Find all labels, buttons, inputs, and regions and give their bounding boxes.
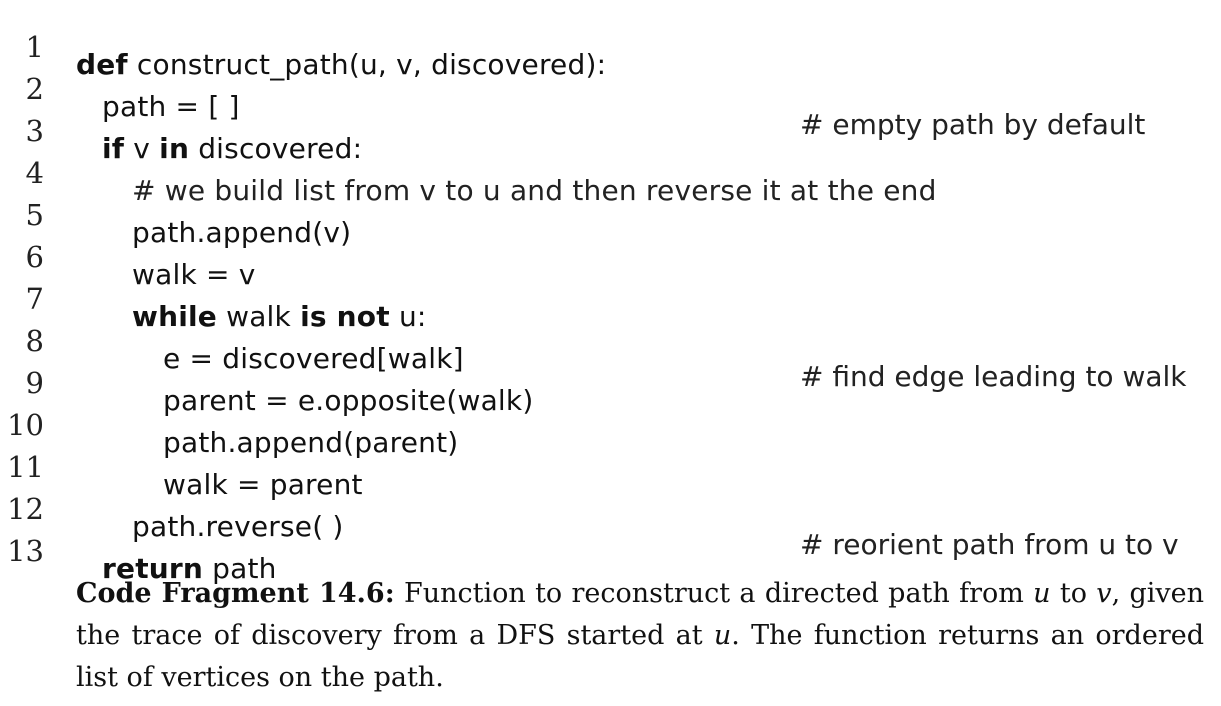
figure-caption: Code Fragment 14.6: Function to reconstr… [76,573,1204,699]
code-line-7: 7 while walk is not u: [0,260,1221,333]
caption-var-v: v [1096,578,1112,609]
code-line-3: 3 if v in discovered: [0,92,1221,165]
caption-text: to [1050,578,1097,609]
caption-text: Function to reconstruct a directed path … [394,578,1034,609]
code-line-13: 13 return path [0,512,1221,585]
line-number: 13 [7,534,44,568]
caption-var-u: u [713,620,732,651]
code-line-9: 9 parent = e.opposite(walk) [0,344,1221,417]
code-line-5: 5 path.append(v) [0,176,1221,249]
code-line-8: 8 e = discovered[walk] # find edge leadi… [0,302,1221,393]
caption-var-u: u [1033,578,1051,609]
code-line-6: 6 walk = v [0,218,1221,291]
code-line-11: 11 walk = parent [0,428,1221,501]
code-line-2: 2 path = [ ] # empty path by default [0,50,1221,141]
code-line-1: 1 def construct_path(u, v, discovered): [0,8,1221,81]
caption-label: Code Fragment 14.6: [76,578,395,609]
code-line-4: 4 # we build list from v to u and then r… [0,134,1221,207]
code-line-12: 12 path.reverse( ) # reorient path from … [0,470,1221,561]
code-line-10: 10 path.append(parent) [0,386,1221,459]
